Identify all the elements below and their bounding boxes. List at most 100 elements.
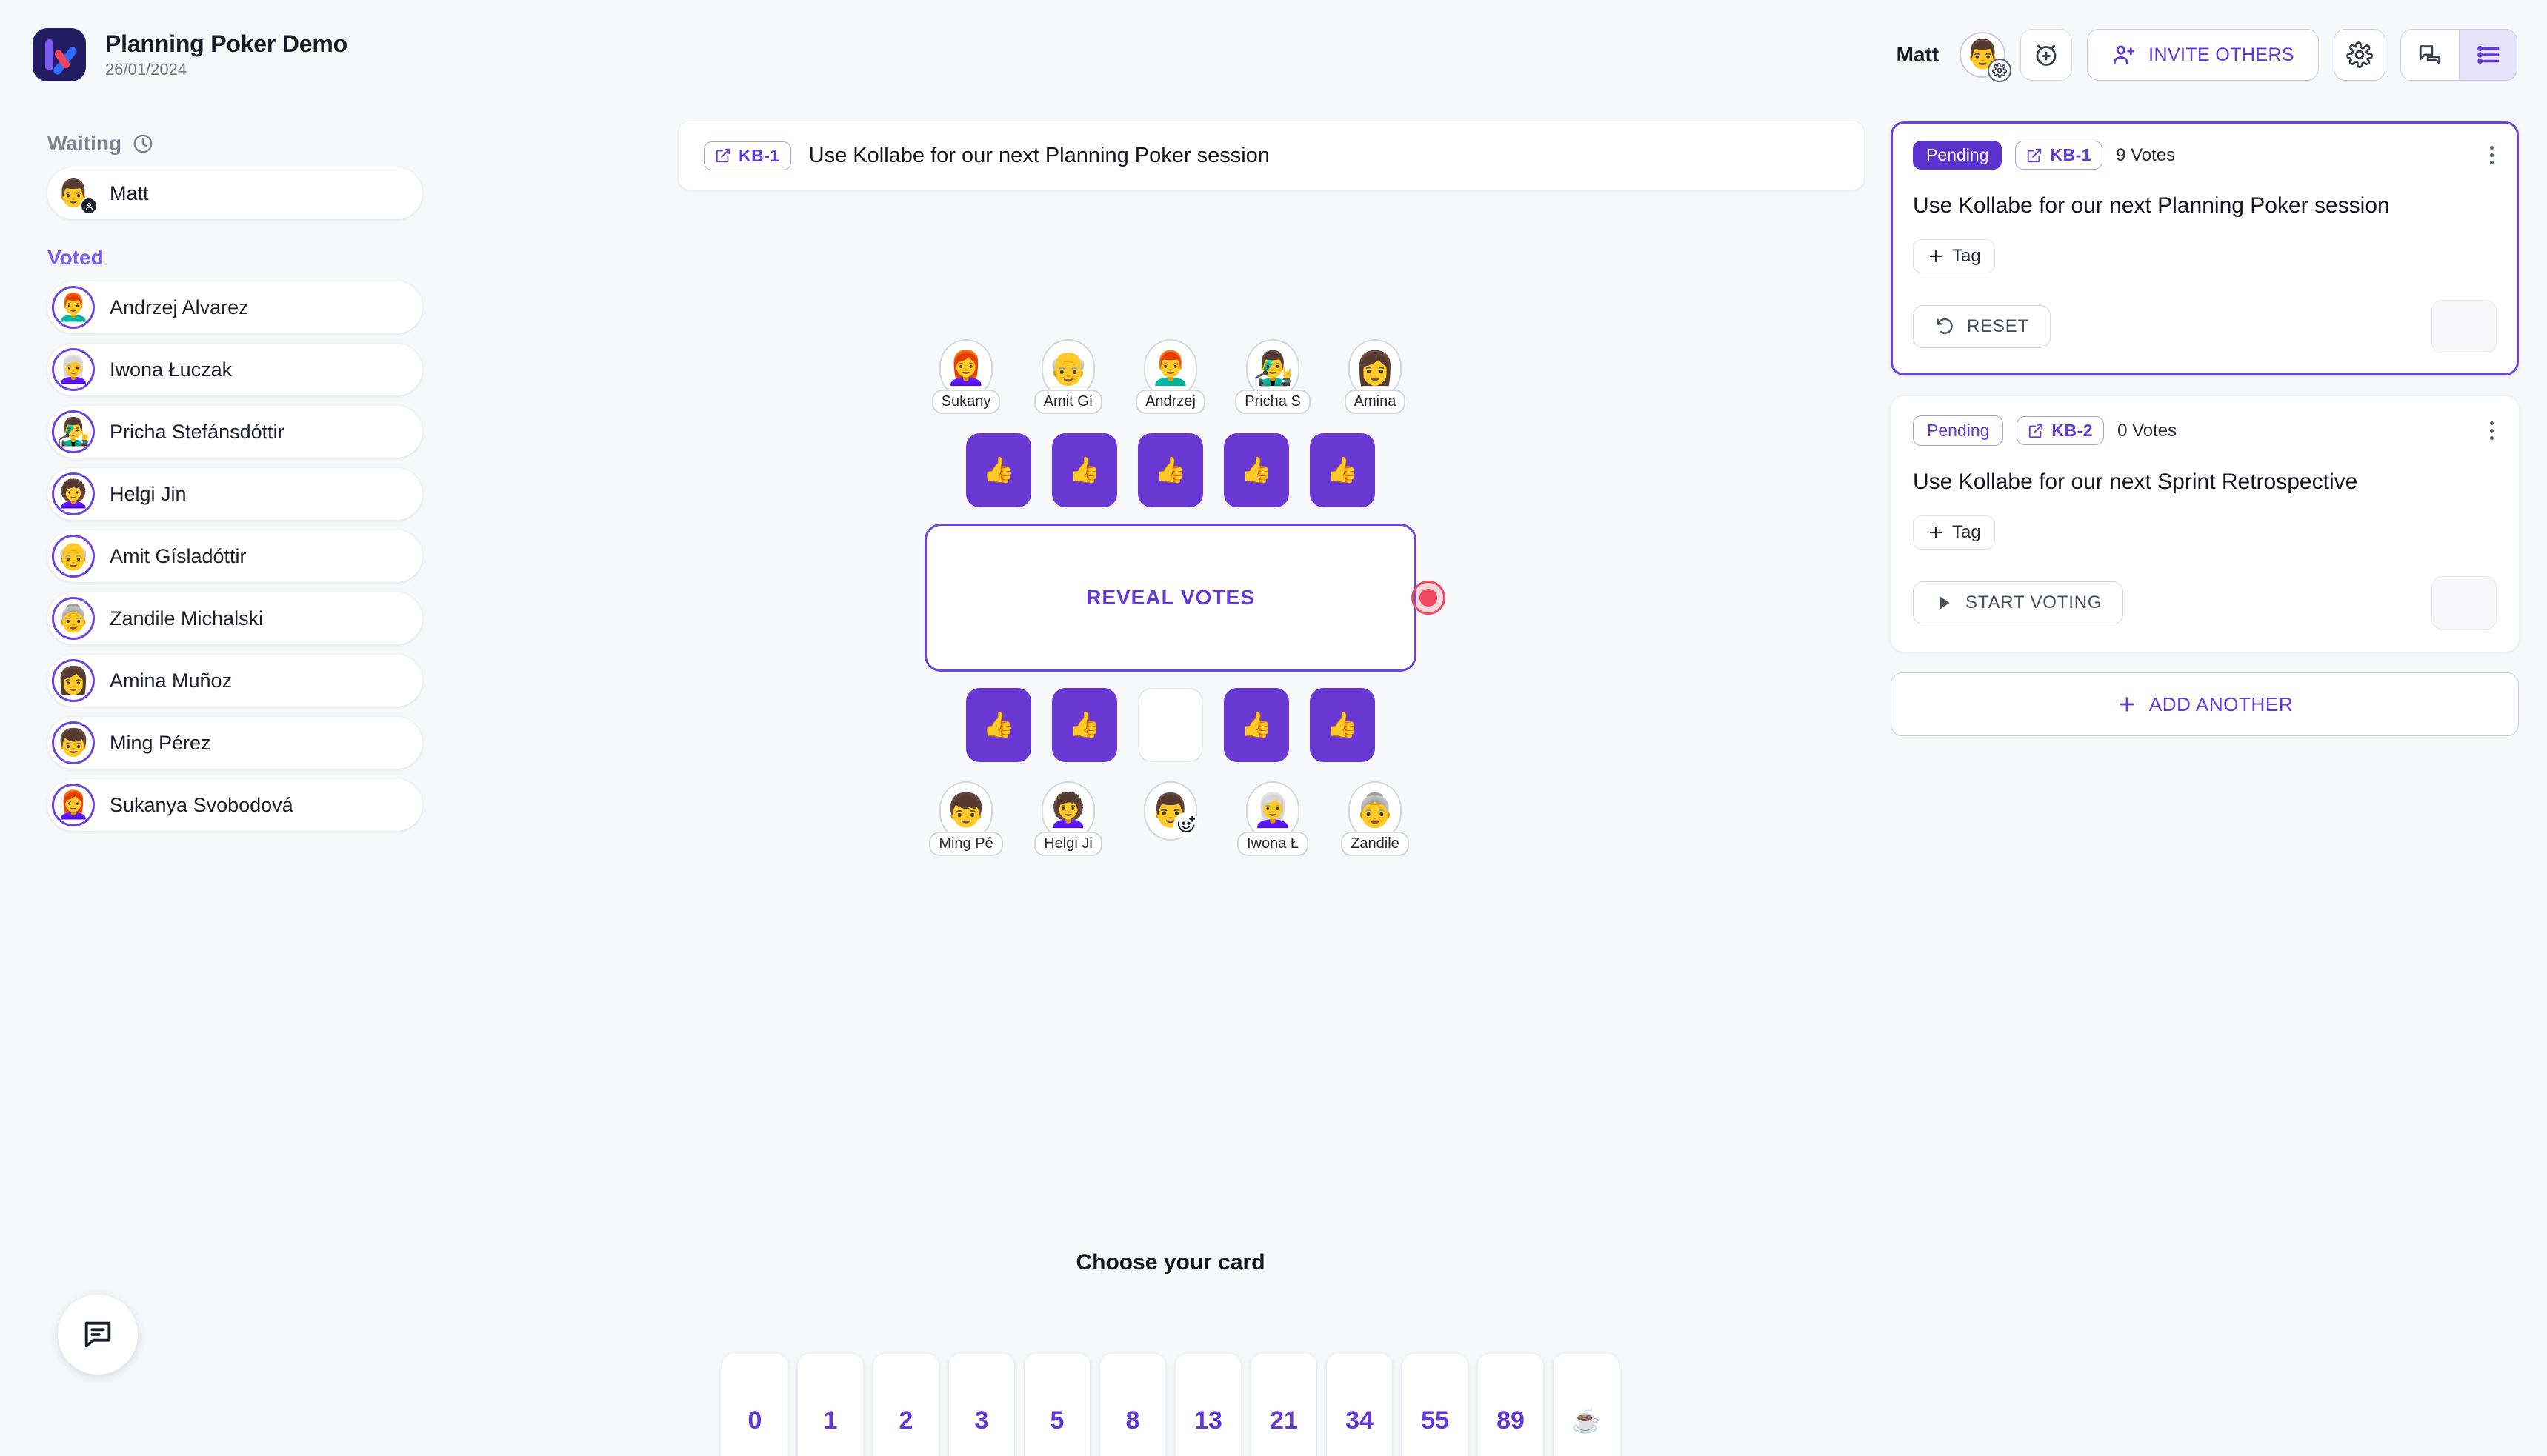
deck-card-8[interactable]: 8 <box>1100 1354 1165 1456</box>
avatar: 👩‍🦱 <box>52 472 95 515</box>
deck-card-3[interactable]: 3 <box>949 1354 1014 1456</box>
bottom-card-row: 👍 👍 👍 👍 <box>459 688 1882 762</box>
voted-card: 👍 <box>966 688 1031 762</box>
user-avatar-settings[interactable]: 👨 <box>1960 32 2012 82</box>
avatar: 👩‍🦰 <box>52 784 95 826</box>
story-card-header: Pending KB-2 0 Votes <box>1913 415 2497 446</box>
deck-card-21[interactable]: 21 <box>1251 1354 1316 1456</box>
more-options-icon[interactable] <box>2487 418 2497 443</box>
list-item[interactable]: 👩‍🦳 Iwona Łuczak <box>47 344 422 395</box>
list-item[interactable]: 👴 Amit Gísladóttir <box>47 530 422 582</box>
reset-icon <box>1934 316 1955 337</box>
deck-card-89[interactable]: 89 <box>1478 1354 1543 1456</box>
deck-card-2[interactable]: 2 <box>873 1354 939 1456</box>
voted-card: 👍 <box>1052 688 1117 762</box>
list-item[interactable]: 👨‍🦰 Andrzej Alvarez <box>47 281 422 333</box>
current-story-bar[interactable]: KB-1 Use Kollabe for our next Planning P… <box>679 121 1864 190</box>
table-player-name: Pricha S <box>1235 390 1311 414</box>
table-player: 👦 Ming Pé <box>925 781 1007 856</box>
deck-card-coffee[interactable]: ☕ <box>1554 1354 1619 1456</box>
list-item[interactable]: 👩‍🦰 Sukanya Svobodová <box>47 779 422 831</box>
mouse-cursor-indicator <box>1411 581 1445 615</box>
add-another-button[interactable]: ADD ANOTHER <box>1891 672 2519 736</box>
list-item[interactable]: 👵 Zandile Michalski <box>47 592 422 644</box>
list-item[interactable]: 👨 Matt <box>47 167 422 219</box>
status-badge: Pending <box>1913 141 2002 170</box>
avatar: 👩 <box>52 659 95 702</box>
status-badge: Pending <box>1913 415 2004 446</box>
deck-card-5[interactable]: 5 <box>1025 1354 1090 1456</box>
list-item[interactable]: 👨‍🎤 Pricha Stefánsdóttir <box>47 406 422 458</box>
card-deck: 0 1 2 3 5 8 13 21 34 55 89 ☕ <box>459 1354 1882 1456</box>
avatar: 👨 <box>52 172 98 215</box>
story-card[interactable]: Pending KB-1 9 Votes Use Kollabe for our ne… <box>1891 121 2519 375</box>
voting-table: 👩‍🦰 Sukany 👴 Amit Gí 👨‍🦰 Andrzej 👨‍🎤 Pricha S 👩 A… <box>459 339 1882 856</box>
story-key-label: KB-1 <box>2050 145 2092 164</box>
voted-card: 👍 <box>1310 433 1375 507</box>
add-tag-button[interactable]: Tag <box>1913 239 1995 273</box>
current-story-title: Use Kollabe for our next Planning Poker … <box>808 143 1270 167</box>
voted-section-header: Voted <box>47 246 430 270</box>
external-link-icon <box>2026 147 2042 164</box>
tab-chat[interactable] <box>2401 30 2459 80</box>
avatar-gear-icon[interactable] <box>1988 59 2012 82</box>
table-player: 👴 Amit Gí <box>1028 339 1109 414</box>
table-player-name: Ming Pé <box>929 832 1003 856</box>
story-card[interactable]: Pending KB-2 0 Votes Use Kollabe for our ne… <box>1891 396 2519 652</box>
start-voting-button[interactable]: START VOTING <box>1913 581 2124 624</box>
story-key-label: KB-2 <box>2051 421 2094 440</box>
vote-count: 9 Votes <box>2116 144 2176 165</box>
settings-button[interactable] <box>2334 29 2385 81</box>
list-item-label: Amit Gísladóttir <box>110 544 247 567</box>
chat-fab-button[interactable] <box>58 1295 138 1375</box>
story-key-chip[interactable]: KB-1 <box>2015 141 2103 170</box>
list-item-label: Matt <box>110 181 149 204</box>
stories-panel: Pending KB-1 9 Votes Use Kollabe for our ne… <box>1882 110 2547 1456</box>
empty-card <box>1138 688 1203 762</box>
list-item-label: Zandile Michalski <box>110 607 264 630</box>
top-card-row: 👍 👍 👍 👍 👍 <box>459 433 1882 507</box>
table-player: 👩 Amina <box>1334 339 1416 414</box>
list-item-label: Amina Muñoz <box>110 669 233 692</box>
story-key-chip[interactable]: KB-1 <box>704 141 791 170</box>
list-item-label: Iwona Łuczak <box>110 358 233 381</box>
table-player-name: Amina <box>1344 390 1406 414</box>
table-player: 👩‍🦳 Iwona Ł <box>1232 781 1314 856</box>
invite-others-label: INVITE OTHERS <box>2148 44 2294 65</box>
waiting-label: Waiting <box>47 132 122 155</box>
more-options-icon[interactable] <box>2487 143 2497 167</box>
deck-card-1[interactable]: 1 <box>798 1354 863 1456</box>
action-label: RESET <box>1967 316 2030 336</box>
kollabe-logo-icon <box>33 28 86 81</box>
reset-button[interactable]: RESET <box>1913 305 2051 348</box>
story-title: Use Kollabe for our next Planning Poker … <box>1913 193 2390 218</box>
invite-others-button[interactable]: INVITE OTHERS <box>2087 29 2319 81</box>
table-player: 👨‍🦰 Andrzej <box>1130 339 1211 414</box>
view-toggle-group <box>2400 29 2517 81</box>
add-tag-button[interactable]: Tag <box>1913 515 1995 550</box>
deck-card-34[interactable]: 34 <box>1327 1354 1392 1456</box>
add-reaction-icon[interactable] <box>1173 812 1199 838</box>
list-item-label: Helgi Jin <box>110 482 187 505</box>
reveal-votes-button[interactable]: REVEAL VOTES <box>925 524 1445 672</box>
list-item[interactable]: 👦 Ming Pérez <box>47 717 422 769</box>
add-tag-label: Tag <box>1952 522 1981 542</box>
list-item[interactable]: 👩 Amina Muñoz <box>47 655 422 707</box>
deck-card-13[interactable]: 13 <box>1176 1354 1241 1456</box>
table-player-name: Helgi Ji <box>1034 832 1102 856</box>
add-timer-button[interactable] <box>2020 29 2073 81</box>
add-another-label: ADD ANOTHER <box>2148 692 2294 715</box>
table-player: 👩‍🦱 Helgi Ji <box>1028 781 1109 856</box>
avatar: 👨 <box>1144 781 1199 841</box>
play-icon <box>1934 593 1954 612</box>
deck-card-55[interactable]: 55 <box>1402 1354 1468 1456</box>
story-card-actions: START VOTING <box>1913 576 2497 630</box>
avatar: 👵 <box>52 597 95 640</box>
tab-stories[interactable] <box>2459 30 2517 80</box>
result-placeholder <box>2431 576 2497 630</box>
voted-card: 👍 <box>966 433 1031 507</box>
story-key-chip[interactable]: KB-2 <box>2017 416 2105 445</box>
deck-card-0[interactable]: 0 <box>722 1354 788 1456</box>
session-date: 26/01/2024 <box>105 60 187 79</box>
list-item[interactable]: 👩‍🦱 Helgi Jin <box>47 468 422 520</box>
